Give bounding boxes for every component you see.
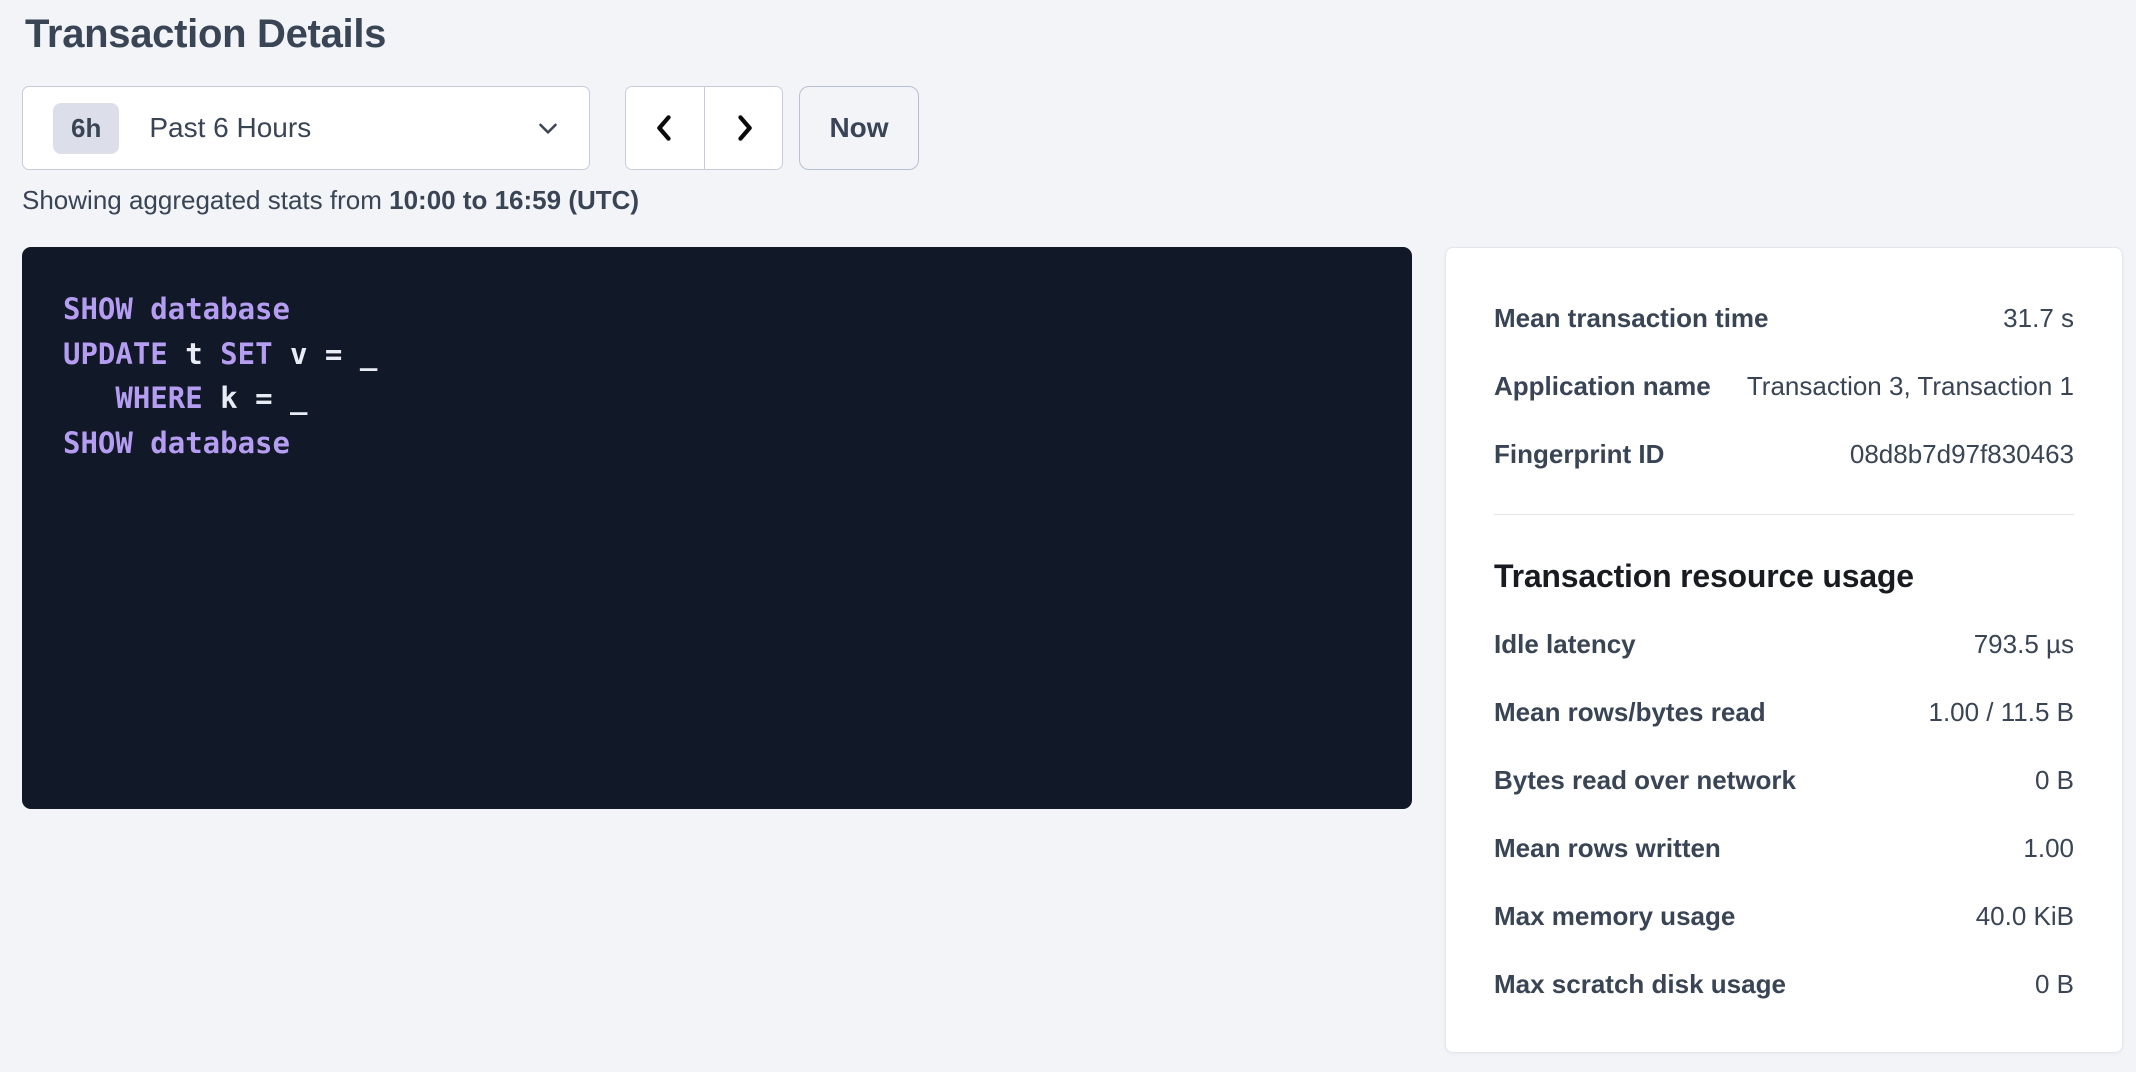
stat-label: Application name — [1494, 371, 1711, 402]
stat-value: 1.00 — [2023, 833, 2074, 864]
sql-kw-set: SET — [220, 337, 272, 371]
time-range-badge: 6h — [53, 103, 119, 154]
stat-value: 0 B — [2035, 969, 2074, 1000]
caption-time-range: 10:00 to 16:59 (UTC) — [389, 185, 639, 215]
sql-expr-v: v = _ — [273, 337, 378, 371]
stat-label: Max memory usage — [1494, 901, 1735, 932]
transaction-details-page: Transaction Details 6h Past 6 Hours — [0, 0, 2136, 1053]
sql-line-4: SHOW database — [63, 426, 290, 460]
stat-label: Fingerprint ID — [1494, 439, 1664, 470]
stat-value: 08d8b7d97f830463 — [1850, 439, 2074, 470]
stat-value: 793.5 µs — [1974, 629, 2074, 660]
aggregated-stats-caption: Showing aggregated stats from 10:00 to 1… — [22, 185, 2136, 215]
stat-value: Transaction 3, Transaction 1 — [1747, 371, 2074, 402]
caption-prefix: Showing aggregated stats from — [22, 185, 389, 215]
sql-ident-t: t — [168, 337, 220, 371]
previous-time-window-button[interactable] — [626, 87, 704, 169]
chevron-right-icon — [727, 111, 761, 145]
sql-kw-update: UPDATE — [63, 337, 168, 371]
stat-row-application-name: Application name Transaction 3, Transact… — [1494, 352, 2074, 420]
stat-value: 31.7 s — [2003, 303, 2074, 334]
resource-usage-heading: Transaction resource usage — [1494, 551, 2074, 601]
stat-label: Max scratch disk usage — [1494, 969, 1786, 1000]
stat-row-mean-rows-bytes-read: Mean rows/bytes read 1.00 / 11.5 B — [1494, 678, 2074, 746]
time-window-pager — [625, 86, 783, 170]
stat-value: 1.00 / 11.5 B — [1928, 697, 2074, 728]
time-picker-controls: 6h Past 6 Hours — [22, 86, 2136, 170]
page-title: Transaction Details — [25, 10, 2136, 58]
card-divider — [1494, 514, 2074, 515]
stat-row-bytes-read-over-network: Bytes read over network 0 B — [1494, 746, 2074, 814]
stat-row-max-memory-usage: Max memory usage 40.0 KiB — [1494, 882, 2074, 950]
time-range-label: Past 6 Hours — [149, 112, 311, 144]
sql-statement-box: SHOW database UPDATE t SET v = _ WHERE k… — [22, 247, 1412, 809]
stat-label: Bytes read over network — [1494, 765, 1796, 796]
stat-label: Mean transaction time — [1494, 303, 1769, 334]
sql-expr-k: k = _ — [203, 381, 308, 415]
chevron-left-icon — [648, 111, 682, 145]
stat-value: 40.0 KiB — [1976, 901, 2074, 932]
sql-indent — [63, 381, 115, 415]
stat-row-idle-latency: Idle latency 793.5 µs — [1494, 610, 2074, 678]
stat-row-mean-rows-written: Mean rows written 1.00 — [1494, 814, 2074, 882]
next-time-window-button[interactable] — [704, 87, 782, 169]
transaction-stats-card: Mean transaction time 31.7 s Application… — [1445, 247, 2123, 1053]
stat-label: Mean rows/bytes read — [1494, 697, 1766, 728]
chevron-down-icon — [533, 113, 563, 143]
stat-label: Mean rows written — [1494, 833, 1721, 864]
stat-row-fingerprint-id: Fingerprint ID 08d8b7d97f830463 — [1494, 420, 2074, 488]
stat-row-max-scratch-disk-usage: Max scratch disk usage 0 B — [1494, 950, 2074, 1018]
sql-code: SHOW database UPDATE t SET v = _ WHERE k… — [22, 247, 1412, 465]
now-button[interactable]: Now — [799, 86, 919, 170]
stat-row-mean-transaction-time: Mean transaction time 31.7 s — [1494, 284, 2074, 352]
sql-line-1: SHOW database — [63, 292, 290, 326]
stat-value: 0 B — [2035, 765, 2074, 796]
stat-label: Idle latency — [1494, 629, 1636, 660]
main-content: SHOW database UPDATE t SET v = _ WHERE k… — [22, 247, 2136, 1053]
time-range-select[interactable]: 6h Past 6 Hours — [22, 86, 590, 170]
sql-kw-where: WHERE — [115, 381, 202, 415]
